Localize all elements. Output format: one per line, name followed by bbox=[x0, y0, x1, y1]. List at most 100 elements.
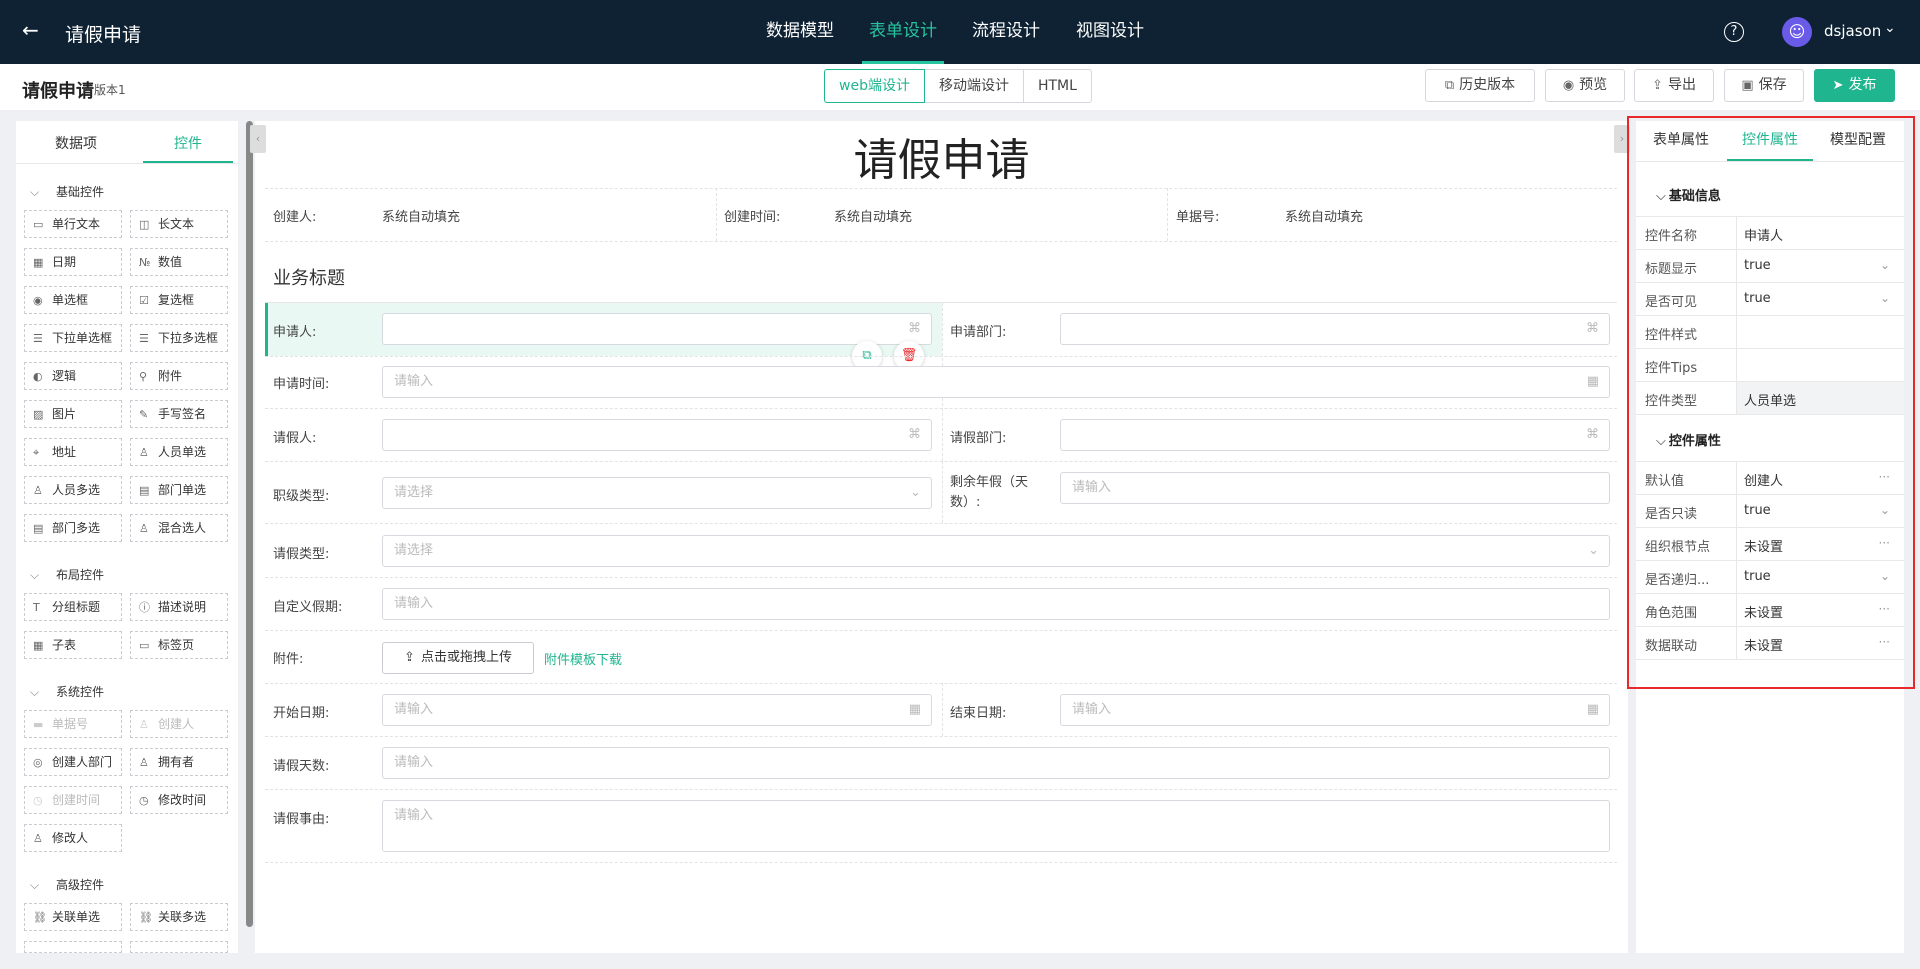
control-number[interactable]: № 数值 bbox=[130, 248, 228, 276]
left-scrollbar[interactable] bbox=[246, 121, 253, 927]
control-doc-number: ▬ 单据号 bbox=[24, 710, 122, 738]
leave-days-input[interactable]: 请输入 bbox=[382, 747, 1610, 779]
control-tabs[interactable]: ▭ 标签页 bbox=[130, 631, 228, 659]
creator-label: 创建人: bbox=[273, 210, 317, 225]
control-dept-single[interactable]: ▤ 部门单选 bbox=[130, 476, 228, 504]
history-button[interactable]: ⧉ 历史版本 bbox=[1425, 69, 1535, 102]
calendar-icon[interactable]: ▦ bbox=[1587, 367, 1599, 397]
textarea-icon: ◫ bbox=[139, 218, 150, 231]
chevron-down-icon: ⌵ bbox=[30, 878, 40, 892]
control-partial bbox=[130, 941, 228, 953]
preview-button[interactable]: ◉ 预览 bbox=[1545, 69, 1625, 102]
upload-icon: ⇪ bbox=[404, 650, 415, 665]
control-long-text[interactable]: ◫ 长文本 bbox=[130, 210, 228, 238]
chevron-down-icon[interactable]: ⌄ bbox=[910, 478, 921, 508]
creator-value: 系统自动填充 bbox=[382, 210, 461, 225]
chevron-down-icon[interactable]: ⌄ bbox=[1884, 20, 1896, 36]
control-single-text[interactable]: ▭ 单行文本 bbox=[24, 210, 122, 238]
org-tree-icon[interactable]: ⌘ bbox=[1586, 420, 1599, 450]
control-modifier[interactable]: ♙ 修改人 bbox=[24, 824, 122, 852]
control-address[interactable]: ⌖ 地址 bbox=[24, 438, 122, 466]
control-subtable[interactable]: ▦ 子表 bbox=[24, 631, 122, 659]
form-title: 请假申请 bbox=[853, 135, 1030, 186]
help-circle-icon[interactable]: ? bbox=[1724, 22, 1744, 42]
control-description[interactable]: ⓘ 描述说明 bbox=[130, 593, 228, 621]
control-user-single[interactable]: ♙ 人员单选 bbox=[130, 438, 228, 466]
user-icon: ♙ bbox=[139, 522, 149, 535]
leave-type-select[interactable]: 请选择 ⌄ bbox=[382, 535, 1610, 567]
paperclip-icon: ⚲ bbox=[139, 370, 148, 383]
control-dropdown-single[interactable]: ☰ 下拉单选框 bbox=[24, 324, 122, 352]
org-tree-icon[interactable]: ⌘ bbox=[1586, 314, 1599, 344]
save-button[interactable]: ▣ 保存 bbox=[1724, 69, 1804, 102]
username[interactable]: dsjason bbox=[1824, 22, 1881, 40]
doc-number-label: 单据号: bbox=[1176, 210, 1220, 225]
user-icon: ♙ bbox=[139, 756, 149, 769]
mode-mobile[interactable]: 移动端设计 bbox=[923, 69, 1024, 103]
remaining-leave-input[interactable]: 请输入 bbox=[1060, 472, 1610, 504]
end-date-input[interactable]: 请输入 ▦ bbox=[1060, 694, 1610, 726]
apply-dept-input[interactable]: ⌘ bbox=[1060, 313, 1610, 345]
tab-flow-design[interactable]: 流程设计 bbox=[972, 0, 1040, 64]
leave-person-label: 请假人: bbox=[273, 431, 317, 446]
title-icon: T bbox=[33, 601, 40, 614]
org-tree-icon[interactable]: ⌘ bbox=[908, 314, 921, 344]
control-dropdown-multi[interactable]: ☰ 下拉多选框 bbox=[130, 324, 228, 352]
export-button[interactable]: ⇪ 导出 bbox=[1634, 69, 1714, 102]
control-dept-multi[interactable]: ▤ 部门多选 bbox=[24, 514, 122, 542]
publish-button[interactable]: ➤ 发布 bbox=[1814, 69, 1895, 102]
control-logic[interactable]: ◐ 逻辑 bbox=[24, 362, 122, 390]
control-date[interactable]: ▦ 日期 bbox=[24, 248, 122, 276]
calendar-icon[interactable]: ▦ bbox=[909, 695, 921, 725]
job-type-select[interactable]: 请选择 ⌄ bbox=[382, 477, 932, 509]
custom-period-input[interactable]: 请输入 bbox=[382, 588, 1610, 620]
document-title: 请假申请 bbox=[22, 81, 94, 102]
control-checkbox[interactable]: ☑ 复选框 bbox=[130, 286, 228, 314]
leave-dept-input[interactable]: ⌘ bbox=[1060, 419, 1610, 451]
apply-dept-label: 申请部门: bbox=[950, 325, 1007, 340]
image-icon: ▨ bbox=[33, 408, 44, 421]
control-owner[interactable]: ♙ 拥有者 bbox=[130, 748, 228, 776]
control-group-title[interactable]: T 分组标题 bbox=[24, 593, 122, 621]
control-mixed-select[interactable]: ♙ 混合选人 bbox=[130, 514, 228, 542]
control-signature[interactable]: ✎ 手写签名 bbox=[130, 400, 228, 428]
control-attachment[interactable]: ⚲ 附件 bbox=[130, 362, 228, 390]
mode-web[interactable]: web端设计 bbox=[824, 69, 925, 103]
tab-controls[interactable]: 控件 bbox=[143, 133, 233, 163]
section-advanced-controls[interactable]: ⌵ 高级控件 bbox=[30, 876, 104, 893]
applicant-input[interactable]: ⌘ bbox=[382, 313, 932, 345]
org-tree-icon[interactable]: ⌘ bbox=[908, 420, 921, 450]
tab-data-model[interactable]: 数据模型 bbox=[766, 0, 834, 64]
doc-number-value: 系统自动填充 bbox=[1285, 210, 1364, 225]
chevron-down-icon[interactable]: ⌄ bbox=[1588, 536, 1599, 566]
control-radio[interactable]: ◉ 单选框 bbox=[24, 286, 122, 314]
location-icon: ⌖ bbox=[33, 446, 40, 459]
history-icon: ⧉ bbox=[1444, 78, 1455, 93]
control-modified-time[interactable]: ◷ 修改时间 bbox=[130, 786, 228, 814]
tab-data-items[interactable]: 数据项 bbox=[26, 133, 126, 163]
design-mode-switch: web端设计 移动端设计 HTML bbox=[824, 69, 1092, 103]
upload-button[interactable]: ⇪ 点击或拖拽上传 bbox=[382, 642, 534, 674]
created-time-value: 系统自动填充 bbox=[834, 210, 913, 225]
control-image[interactable]: ▨ 图片 bbox=[24, 400, 122, 428]
calendar-icon[interactable]: ▦ bbox=[1587, 695, 1599, 725]
control-user-multi[interactable]: ♙ 人员多选 bbox=[24, 476, 122, 504]
apply-time-input[interactable]: 请输入 ▦ bbox=[382, 366, 1610, 398]
tab-form-design[interactable]: 表单设计 bbox=[862, 0, 944, 64]
control-link-multi[interactable]: ⛓ 关联多选 bbox=[130, 903, 228, 931]
start-date-input[interactable]: 请输入 ▦ bbox=[382, 694, 932, 726]
applicant-label: 申请人: bbox=[273, 325, 317, 340]
reason-textarea[interactable]: 请输入 bbox=[382, 800, 1610, 852]
section-layout-controls[interactable]: ⌵ 布局控件 bbox=[30, 566, 104, 583]
control-link-single[interactable]: ⛓ 关联单选 bbox=[24, 903, 122, 931]
template-download-link[interactable]: 附件模板下载 bbox=[544, 649, 622, 668]
tab-view-design[interactable]: 视图设计 bbox=[1076, 0, 1144, 64]
control-creator-dept[interactable]: ◎ 创建人部门 bbox=[24, 748, 122, 776]
section-basic-controls[interactable]: ⌵ 基础控件 bbox=[30, 183, 104, 200]
avatar[interactable]: ☺ bbox=[1782, 17, 1812, 47]
arrow-left-icon[interactable]: ← bbox=[22, 18, 39, 42]
link-icon: ⛓ bbox=[33, 911, 47, 924]
mode-html[interactable]: HTML bbox=[1022, 69, 1092, 103]
section-system-controls[interactable]: ⌵ 系统控件 bbox=[30, 683, 104, 700]
leave-person-input[interactable]: ⌘ bbox=[382, 419, 932, 451]
